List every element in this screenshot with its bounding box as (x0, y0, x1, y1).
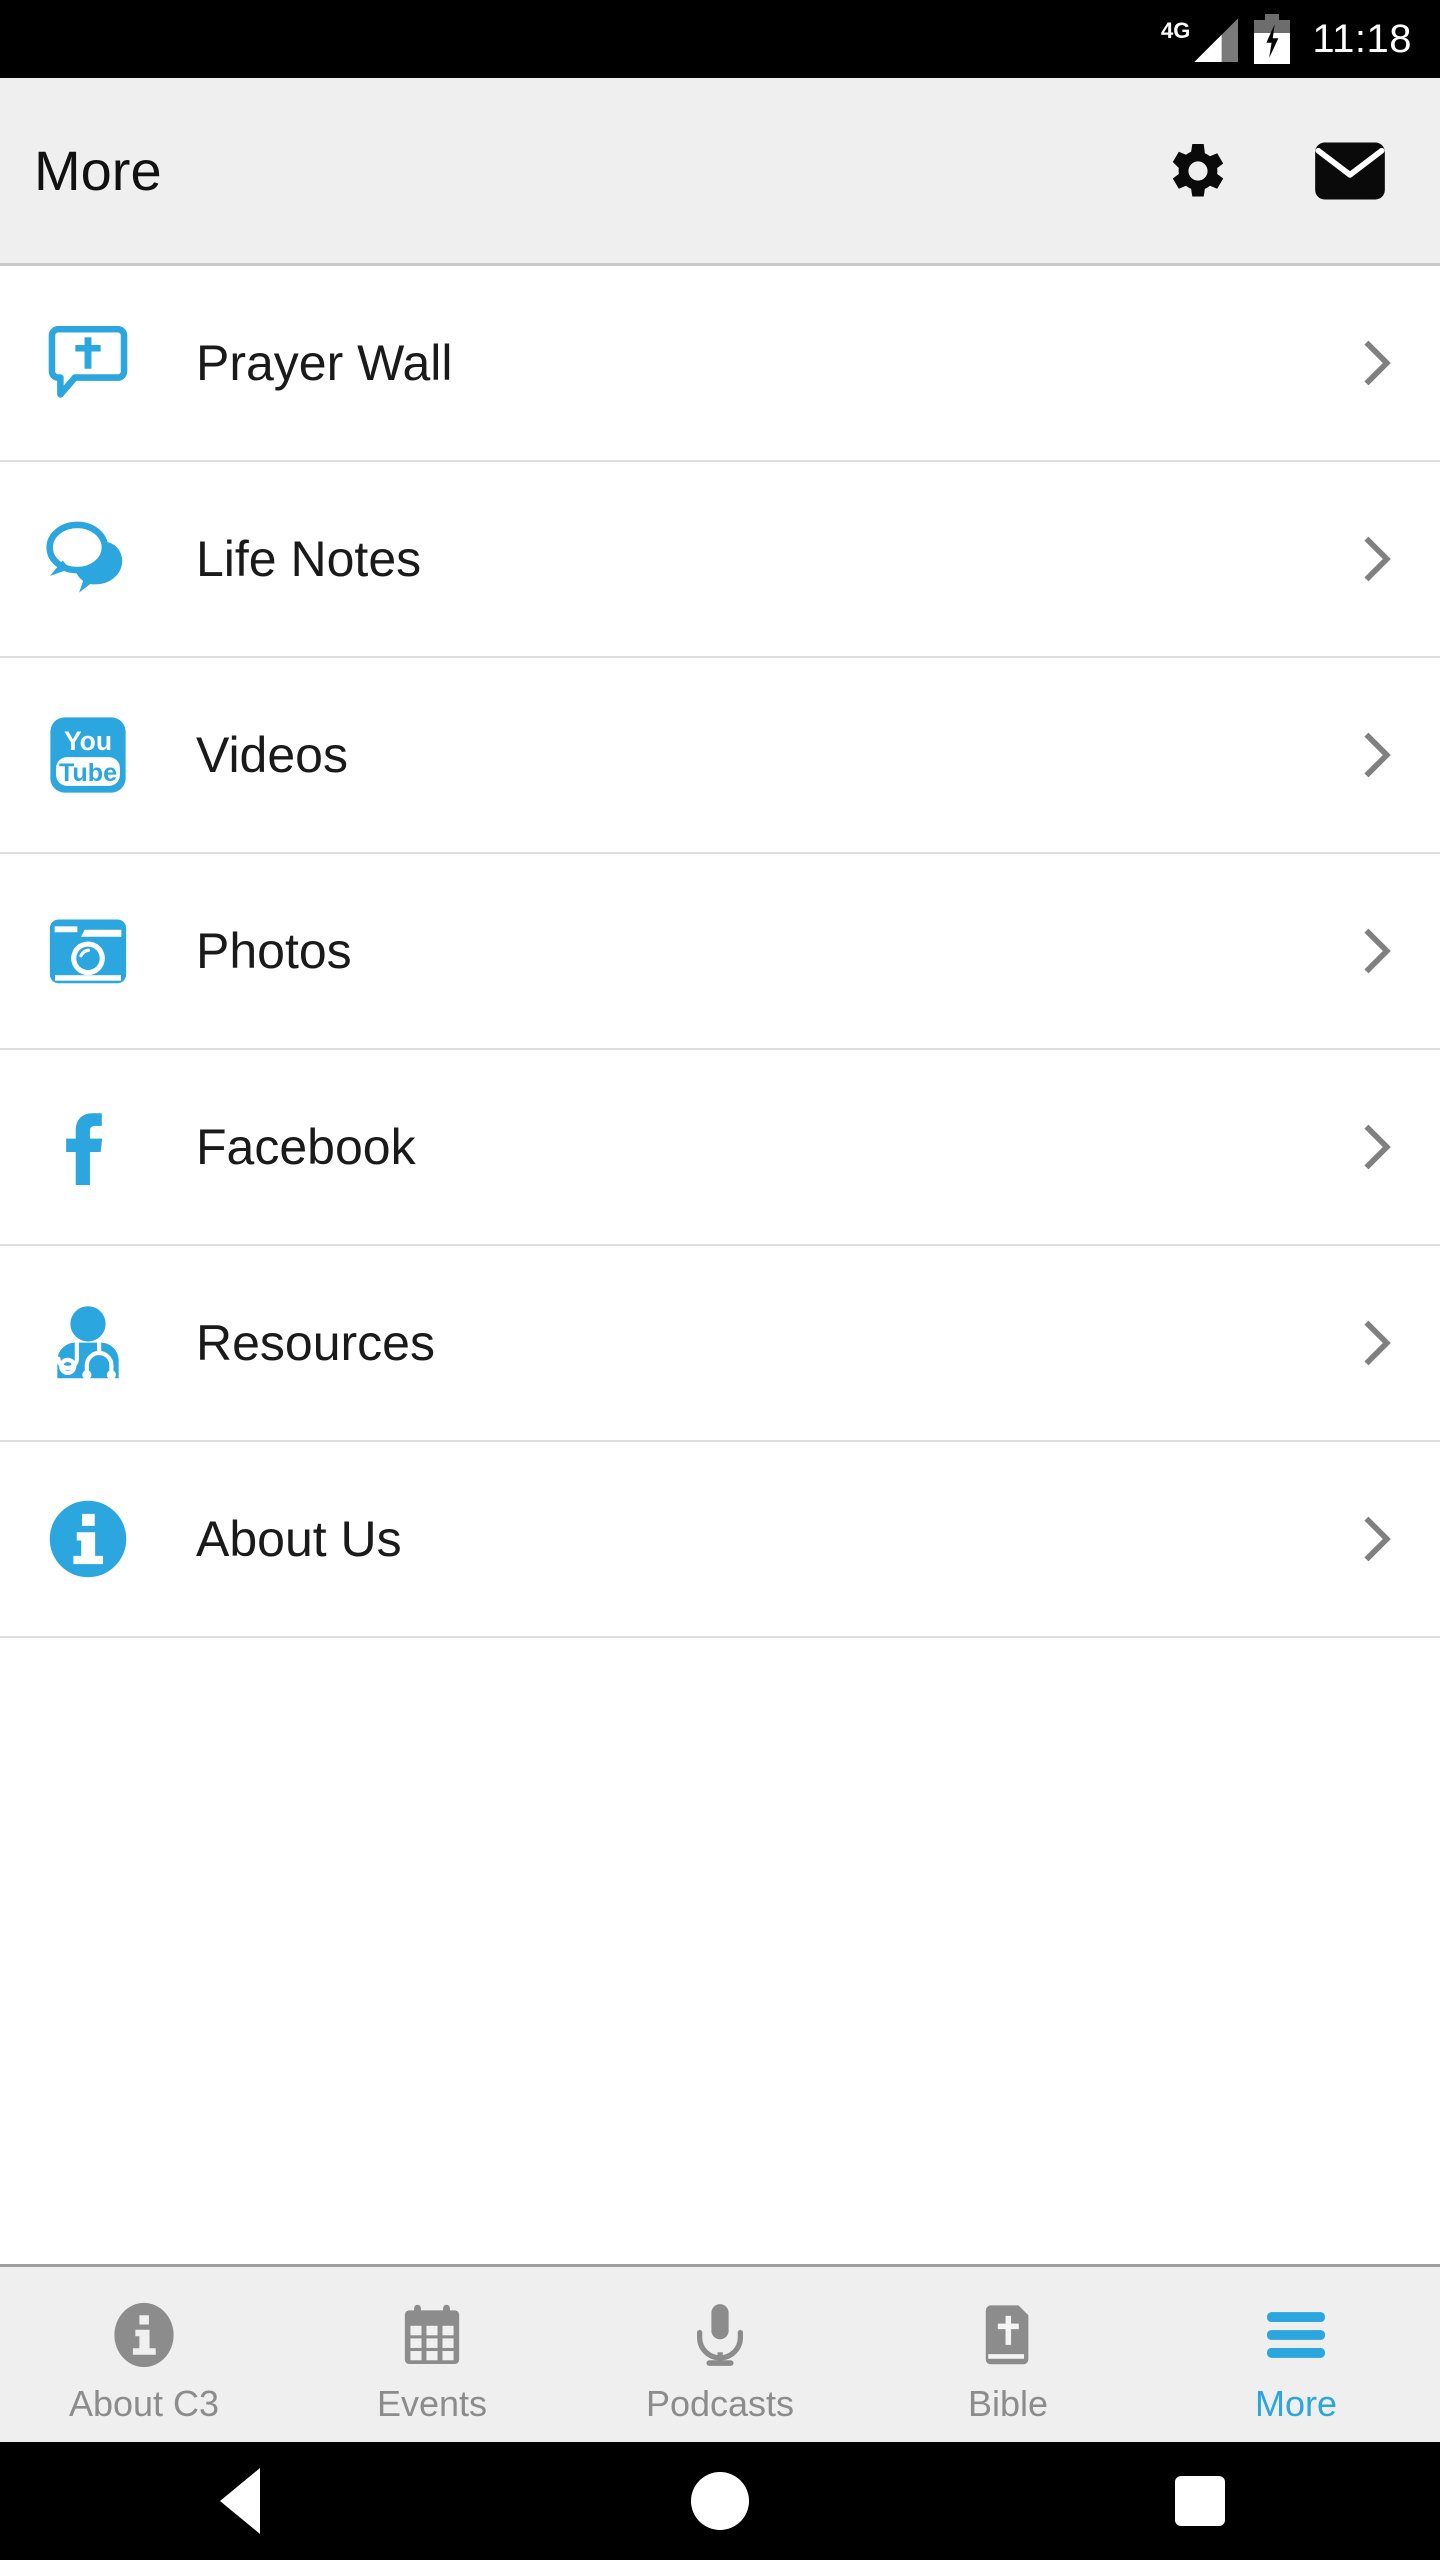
tab-label: Bible (967, 2382, 1049, 2424)
book-cross-icon (971, 2296, 1045, 2374)
tab-more[interactable]: More (1152, 2267, 1440, 2442)
chevron-right-icon (1346, 1117, 1406, 1177)
list-item-label: About Us (196, 1511, 402, 1567)
info-circle-icon (107, 2296, 181, 2374)
list-item-facebook[interactable]: Facebook (0, 1050, 1440, 1246)
svg-text:You: You (64, 726, 112, 756)
tab-label: Events (376, 2382, 488, 2424)
facebook-icon (40, 1099, 136, 1195)
list-item-label: Life Notes (196, 531, 422, 587)
triangle-back-icon (220, 2468, 260, 2534)
chevron-right-icon (1346, 529, 1406, 589)
home-button[interactable] (660, 2466, 780, 2536)
square-recents-icon (1175, 2476, 1225, 2526)
chevron-right-icon (1346, 1313, 1406, 1373)
tab-label: Podcasts (645, 2382, 795, 2424)
page-title: More (34, 139, 162, 202)
clock-label: 11:18 (1312, 17, 1412, 61)
svg-text:Tube: Tube (59, 759, 117, 787)
app-bar: More (0, 78, 1440, 266)
list-item-resources[interactable]: Resources (0, 1246, 1440, 1442)
recents-button[interactable] (1140, 2466, 1260, 2536)
chevron-right-icon (1346, 1509, 1406, 1569)
tab-label: More (1254, 2382, 1338, 2424)
app-bar-actions (1158, 131, 1406, 211)
network-status: 4G (1161, 16, 1239, 62)
network-type-label: 4G (1161, 18, 1191, 43)
list-item-videos[interactable]: You Tube Videos (0, 658, 1440, 854)
chat-bubbles-icon (40, 511, 136, 607)
person-stethoscope-icon (40, 1295, 136, 1391)
chevron-right-icon (1346, 333, 1406, 393)
list-item-label: Photos (196, 923, 352, 979)
tab-label: About C3 (68, 2382, 220, 2424)
list-item-photos[interactable]: Photos (0, 854, 1440, 1050)
chevron-right-icon (1346, 921, 1406, 981)
hamburger-icon (1259, 2296, 1333, 2374)
phone-screen: 4G 11:18 More Prayer Wall Life Notes You… (0, 0, 1440, 2560)
envelope-icon (1315, 142, 1385, 199)
microphone-icon (683, 2296, 757, 2374)
bottom-tab-bar: About C3 Events Podcasts Bible More (0, 2264, 1440, 2442)
battery-charging-icon (1254, 14, 1291, 64)
tab-bible[interactable]: Bible (864, 2267, 1152, 2442)
settings-button[interactable] (1158, 131, 1238, 211)
info-circle-icon (40, 1491, 136, 1587)
tab-podcasts[interactable]: Podcasts (576, 2267, 864, 2442)
android-nav-bar (0, 2442, 1440, 2560)
prayer-bubble-cross-icon (40, 315, 136, 411)
mail-button[interactable] (1310, 131, 1390, 211)
camera-icon (40, 903, 136, 999)
gear-icon (1172, 143, 1224, 196)
list-item-label: Videos (196, 727, 348, 783)
chevron-right-icon (1346, 725, 1406, 785)
status-bar: 4G 11:18 (0, 0, 1440, 78)
list-item-label: Facebook (196, 1119, 416, 1175)
circle-home-icon (691, 2472, 749, 2530)
list-item-prayer-wall[interactable]: Prayer Wall (0, 266, 1440, 462)
back-button[interactable] (180, 2466, 300, 2536)
list-item-label: Prayer Wall (196, 335, 453, 391)
tab-about-c3[interactable]: About C3 (0, 2267, 288, 2442)
list-item-about-us[interactable]: About Us (0, 1442, 1440, 1638)
tab-events[interactable]: Events (288, 2267, 576, 2442)
youtube-icon: You Tube (40, 707, 136, 803)
list-item-label: Resources (196, 1315, 435, 1371)
more-menu-list: Prayer Wall Life Notes You Tube Videos P… (0, 266, 1440, 2264)
calendar-icon (395, 2296, 469, 2374)
list-item-life-notes[interactable]: Life Notes (0, 462, 1440, 658)
signal-bars-icon (1194, 18, 1239, 62)
